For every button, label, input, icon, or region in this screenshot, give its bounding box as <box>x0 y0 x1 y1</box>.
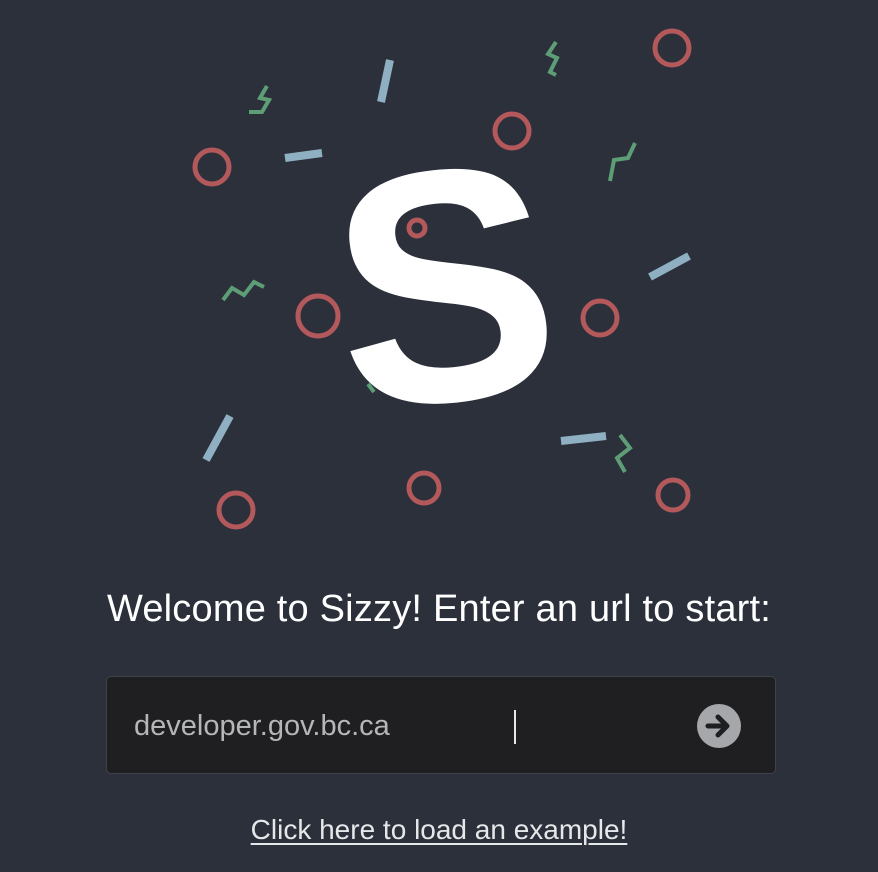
confetti-ring-icon <box>406 470 442 506</box>
confetti-ring-icon <box>655 477 691 513</box>
url-input[interactable] <box>134 705 674 747</box>
logo-letter: S <box>316 91 573 481</box>
go-button[interactable] <box>696 703 742 749</box>
confetti-zigzag-icon <box>545 40 560 77</box>
confetti-zigzag-icon <box>221 279 265 302</box>
confetti-ring-icon <box>652 28 692 68</box>
confetti-ring-icon <box>192 147 232 187</box>
confetti-dash-icon <box>202 414 234 462</box>
arrow-right-circle-icon <box>697 704 741 748</box>
example-link-container: Click here to load an example! <box>0 814 878 846</box>
confetti-ring-icon <box>295 293 341 339</box>
confetti-dash-icon <box>284 149 323 162</box>
confetti-dash-icon <box>377 59 394 103</box>
confetti-dash-icon <box>648 252 691 281</box>
confetti-ring-icon <box>580 298 620 338</box>
confetti-ring-icon <box>216 490 256 530</box>
confetti-zigzag-icon <box>608 142 637 182</box>
welcome-text: Welcome to Sizzy! Enter an url to start: <box>106 588 772 630</box>
text-caret <box>514 710 516 744</box>
confetti-zigzag-icon <box>249 84 273 114</box>
sizzy-logo-art: S <box>192 28 692 530</box>
confetti-zigzag-icon <box>614 433 633 473</box>
load-example-link[interactable]: Click here to load an example! <box>251 814 628 845</box>
url-input-box <box>106 676 776 774</box>
